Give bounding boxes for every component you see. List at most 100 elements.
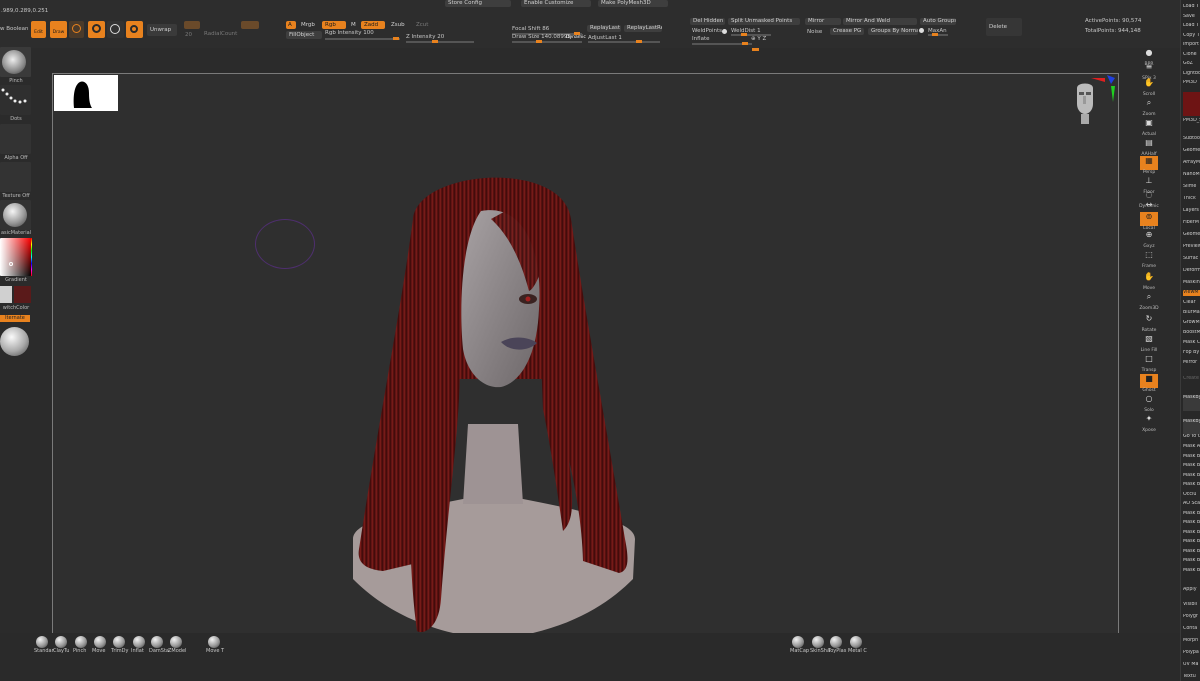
mask-option[interactable]: Mask B [1183,549,1200,555]
hue-strip[interactable] [31,238,32,276]
move-mode-button[interactable] [69,21,84,38]
brush-pinch-icon[interactable] [75,636,87,648]
brush-claytu-icon[interactable] [55,636,67,648]
zoom-icon[interactable]: ⌕ [1140,98,1158,112]
z-intensity-knob[interactable] [432,40,438,43]
del-hidden-button[interactable]: Del Hidden [690,18,725,25]
tool-menu-item[interactable]: Lightbo [1183,71,1200,77]
persp-icon[interactable]: ▦ [1140,156,1158,170]
mask-action-button[interactable]: BoostM [1183,330,1200,336]
mirror-button[interactable]: Mirror [805,18,841,25]
brush-inflat-icon[interactable] [133,636,145,648]
alpha-thumbnail[interactable] [0,124,31,154]
mask-action-button[interactable]: Mirror [1183,360,1200,366]
groups-by-normals-button[interactable]: Groups By Normals [868,28,918,35]
xpose-icon[interactable]: ✦ [1140,414,1158,428]
tool-section-header[interactable]: Maskin [1183,280,1200,286]
sym-button-3[interactable] [222,21,236,29]
crease-pg-button[interactable]: Crease PG [830,28,864,35]
mask-action-button[interactable]: Fop By [1183,350,1200,356]
navigator-thumbnail[interactable] [54,75,118,111]
mask-option[interactable]: Mask B [1183,511,1200,517]
scroll-icon[interactable]: ✋ [1140,78,1158,92]
mask-option[interactable]: Occlu [1183,492,1200,498]
material-metalc-icon[interactable] [850,636,862,648]
adjust-last-slider[interactable] [588,40,660,43]
material-matcap-icon[interactable] [792,636,804,648]
tool-section-header[interactable]: Preview [1183,244,1200,250]
tool-section-header[interactable]: Geome [1183,148,1200,154]
mirror-and-weld-button[interactable]: Mirror And Weld [843,18,917,25]
solo-icon[interactable]: ○ [1140,394,1158,408]
sym-button-2[interactable] [204,21,218,29]
m-button[interactable]: M [348,21,358,29]
xyz-axis-toggle[interactable]: ⊕ Y Z [751,36,766,43]
rgb-intensity-knob[interactable] [393,37,399,40]
edit-button[interactable]: Edit [31,21,46,38]
document-canvas[interactable] [52,73,1119,642]
head-model[interactable] [343,159,643,639]
brush-zmodel-icon[interactable] [170,636,182,648]
tool-section-header[interactable]: ArrayM [1183,160,1200,166]
tool-menu-item[interactable]: Save [1183,14,1200,20]
replay-last-button[interactable]: ReplayLast [587,25,621,32]
tool-menu-item[interactable]: Clone [1183,52,1200,58]
weld-dist-knob[interactable] [741,33,747,36]
linefill-icon[interactable]: ▧ [1140,334,1158,348]
groups-normals-radio-icon[interactable] [919,28,924,33]
scale-mode-button[interactable] [88,21,105,38]
alternate-button[interactable]: lternate [0,315,30,322]
tool-section-header[interactable]: UV Ma [1183,662,1200,668]
material-thumbnail[interactable] [0,200,31,230]
rotate-icon[interactable]: ↻ [1140,314,1158,328]
maskby-button[interactable]: MaskBy [1183,395,1200,411]
rgb-button[interactable]: Rgb [322,21,346,29]
draw-size-knob[interactable] [536,40,542,43]
draw-size-slider[interactable] [512,40,582,43]
local-icon[interactable]: ⊚ [1140,212,1158,226]
zcut-button[interactable]: Zcut [413,21,431,29]
maxan-slider[interactable] [928,33,948,36]
gxyz-icon[interactable]: ⊕ [1140,230,1158,244]
stroke-thumbnail[interactable] [0,85,31,115]
rgb-intensity-slider[interactable] [325,37,400,40]
tool-section-header[interactable]: Deform [1183,268,1200,274]
tool-menu-item[interactable]: Import [1183,42,1200,48]
maxan-knob[interactable] [932,33,938,36]
mask-option[interactable]: Mask B [1183,463,1200,469]
dynamic-toggle[interactable]: Dynamic [566,34,586,41]
mask-option[interactable]: Mask B [1183,558,1200,564]
sym-button-1[interactable] [184,21,200,29]
tool-section-header[interactable]: Geome [1183,232,1200,238]
mask-option[interactable]: Mask A [1183,444,1200,450]
mask-action-button[interactable]: Mask C [1183,340,1200,346]
tool-section-header[interactable]: Surfac [1183,256,1200,262]
mask-option[interactable]: Mask B [1183,568,1200,574]
mask-option[interactable]: Mask B [1183,520,1200,526]
viewmask-button[interactable]: ViewM [1183,290,1200,296]
replay-last-rel-button[interactable]: ReplayLastRel [624,25,662,32]
zadd-button[interactable]: Zadd [361,21,385,29]
zoom3d-icon[interactable]: ⌕ [1140,292,1158,306]
material-toyplas-icon[interactable] [830,636,842,648]
tool-menu-item[interactable]: GoZ [1183,61,1200,67]
tool-section-header[interactable]: Subtoo [1183,136,1200,142]
weld-points-radio-icon[interactable] [722,29,727,34]
brush-move-icon[interactable] [94,636,106,648]
main-color-swatch[interactable] [0,286,12,303]
tool-menu-item[interactable]: Copy T [1183,33,1200,39]
tool-section-header[interactable]: Thick [1183,196,1200,202]
maskby-button[interactable]: MaskBy [1183,419,1200,435]
orientation-gizmo[interactable] [1073,74,1119,144]
brush-thumbnail[interactable] [0,47,31,77]
tool-section-header[interactable]: Polygr [1183,614,1200,620]
ghost-icon[interactable]: ■ [1140,374,1158,388]
adjust-last-knob[interactable] [636,40,642,43]
delete-button[interactable]: Delete [986,18,1022,36]
floor-icon[interactable]: ⊥ [1140,176,1158,190]
radial-count-label[interactable]: RadialCount [204,31,237,38]
alternate-material-icon[interactable] [0,327,29,356]
tool-section-header[interactable]: NanoM [1183,172,1200,178]
weld-points-toggle[interactable]: WeldPoints [692,28,722,35]
spix-icon[interactable]: ≡ [1140,62,1158,76]
